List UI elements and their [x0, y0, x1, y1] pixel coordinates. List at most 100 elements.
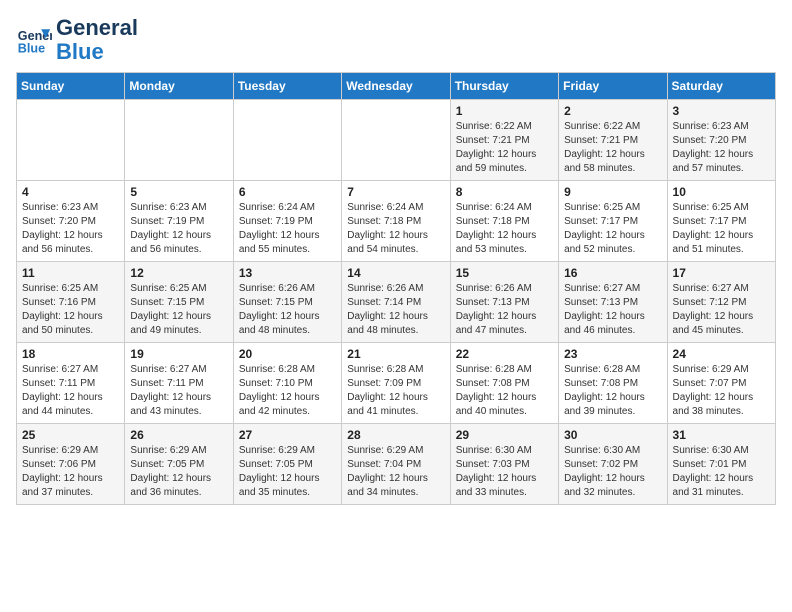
day-number: 28 [347, 428, 444, 442]
calendar-cell [17, 100, 125, 181]
day-info: Sunrise: 6:24 AM Sunset: 7:18 PM Dayligh… [456, 201, 553, 257]
day-info: Sunrise: 6:28 AM Sunset: 7:09 PM Dayligh… [347, 363, 444, 419]
day-info: Sunrise: 6:26 AM Sunset: 7:13 PM Dayligh… [456, 282, 553, 338]
day-header-friday: Friday [559, 73, 667, 100]
day-number: 5 [130, 185, 227, 199]
day-header-saturday: Saturday [667, 73, 775, 100]
day-info: Sunrise: 6:26 AM Sunset: 7:15 PM Dayligh… [239, 282, 336, 338]
day-number: 10 [673, 185, 770, 199]
day-number: 21 [347, 347, 444, 361]
calendar-cell: 23 Sunrise: 6:28 AM Sunset: 7:08 PM Dayl… [559, 343, 667, 424]
calendar-cell: 20 Sunrise: 6:28 AM Sunset: 7:10 PM Dayl… [233, 343, 341, 424]
day-info: Sunrise: 6:30 AM Sunset: 7:03 PM Dayligh… [456, 444, 553, 500]
calendar-cell: 27 Sunrise: 6:29 AM Sunset: 7:05 PM Dayl… [233, 424, 341, 505]
calendar-week-5: 25 Sunrise: 6:29 AM Sunset: 7:06 PM Dayl… [17, 424, 776, 505]
calendar-table: SundayMondayTuesdayWednesdayThursdayFrid… [16, 72, 776, 505]
day-number: 14 [347, 266, 444, 280]
calendar-cell: 15 Sunrise: 6:26 AM Sunset: 7:13 PM Dayl… [450, 262, 558, 343]
calendar-cell: 29 Sunrise: 6:30 AM Sunset: 7:03 PM Dayl… [450, 424, 558, 505]
calendar-header-row: SundayMondayTuesdayWednesdayThursdayFrid… [17, 73, 776, 100]
calendar-cell: 10 Sunrise: 6:25 AM Sunset: 7:17 PM Dayl… [667, 181, 775, 262]
day-number: 26 [130, 428, 227, 442]
calendar-cell: 8 Sunrise: 6:24 AM Sunset: 7:18 PM Dayli… [450, 181, 558, 262]
day-number: 15 [456, 266, 553, 280]
page-header: General Blue General Blue [16, 16, 776, 64]
calendar-cell: 7 Sunrise: 6:24 AM Sunset: 7:18 PM Dayli… [342, 181, 450, 262]
calendar-cell: 9 Sunrise: 6:25 AM Sunset: 7:17 PM Dayli… [559, 181, 667, 262]
day-number: 23 [564, 347, 661, 361]
day-number: 2 [564, 104, 661, 118]
calendar-cell: 18 Sunrise: 6:27 AM Sunset: 7:11 PM Dayl… [17, 343, 125, 424]
day-info: Sunrise: 6:29 AM Sunset: 7:05 PM Dayligh… [239, 444, 336, 500]
calendar-cell: 30 Sunrise: 6:30 AM Sunset: 7:02 PM Dayl… [559, 424, 667, 505]
day-info: Sunrise: 6:22 AM Sunset: 7:21 PM Dayligh… [564, 120, 661, 176]
day-info: Sunrise: 6:27 AM Sunset: 7:13 PM Dayligh… [564, 282, 661, 338]
day-number: 3 [673, 104, 770, 118]
day-header-wednesday: Wednesday [342, 73, 450, 100]
day-info: Sunrise: 6:29 AM Sunset: 7:05 PM Dayligh… [130, 444, 227, 500]
day-number: 19 [130, 347, 227, 361]
calendar-cell: 22 Sunrise: 6:28 AM Sunset: 7:08 PM Dayl… [450, 343, 558, 424]
calendar-week-4: 18 Sunrise: 6:27 AM Sunset: 7:11 PM Dayl… [17, 343, 776, 424]
svg-text:Blue: Blue [18, 42, 45, 56]
calendar-week-2: 4 Sunrise: 6:23 AM Sunset: 7:20 PM Dayli… [17, 181, 776, 262]
calendar-cell: 2 Sunrise: 6:22 AM Sunset: 7:21 PM Dayli… [559, 100, 667, 181]
day-info: Sunrise: 6:29 AM Sunset: 7:04 PM Dayligh… [347, 444, 444, 500]
day-info: Sunrise: 6:24 AM Sunset: 7:18 PM Dayligh… [347, 201, 444, 257]
logo-icon: General Blue [16, 22, 52, 58]
calendar-cell: 28 Sunrise: 6:29 AM Sunset: 7:04 PM Dayl… [342, 424, 450, 505]
day-number: 13 [239, 266, 336, 280]
day-number: 9 [564, 185, 661, 199]
day-number: 30 [564, 428, 661, 442]
calendar-cell: 1 Sunrise: 6:22 AM Sunset: 7:21 PM Dayli… [450, 100, 558, 181]
day-info: Sunrise: 6:23 AM Sunset: 7:20 PM Dayligh… [22, 201, 119, 257]
day-info: Sunrise: 6:27 AM Sunset: 7:11 PM Dayligh… [22, 363, 119, 419]
day-number: 27 [239, 428, 336, 442]
day-number: 24 [673, 347, 770, 361]
day-number: 4 [22, 185, 119, 199]
day-info: Sunrise: 6:28 AM Sunset: 7:08 PM Dayligh… [456, 363, 553, 419]
calendar-week-3: 11 Sunrise: 6:25 AM Sunset: 7:16 PM Dayl… [17, 262, 776, 343]
day-info: Sunrise: 6:24 AM Sunset: 7:19 PM Dayligh… [239, 201, 336, 257]
day-info: Sunrise: 6:25 AM Sunset: 7:17 PM Dayligh… [673, 201, 770, 257]
day-header-thursday: Thursday [450, 73, 558, 100]
day-number: 20 [239, 347, 336, 361]
day-header-tuesday: Tuesday [233, 73, 341, 100]
calendar-cell: 11 Sunrise: 6:25 AM Sunset: 7:16 PM Dayl… [17, 262, 125, 343]
calendar-cell [342, 100, 450, 181]
calendar-cell: 16 Sunrise: 6:27 AM Sunset: 7:13 PM Dayl… [559, 262, 667, 343]
calendar-cell: 31 Sunrise: 6:30 AM Sunset: 7:01 PM Dayl… [667, 424, 775, 505]
day-header-sunday: Sunday [17, 73, 125, 100]
day-number: 6 [239, 185, 336, 199]
calendar-cell: 14 Sunrise: 6:26 AM Sunset: 7:14 PM Dayl… [342, 262, 450, 343]
day-number: 31 [673, 428, 770, 442]
day-info: Sunrise: 6:25 AM Sunset: 7:15 PM Dayligh… [130, 282, 227, 338]
calendar-cell: 17 Sunrise: 6:27 AM Sunset: 7:12 PM Dayl… [667, 262, 775, 343]
day-number: 29 [456, 428, 553, 442]
calendar-cell: 12 Sunrise: 6:25 AM Sunset: 7:15 PM Dayl… [125, 262, 233, 343]
day-info: Sunrise: 6:27 AM Sunset: 7:12 PM Dayligh… [673, 282, 770, 338]
day-info: Sunrise: 6:29 AM Sunset: 7:07 PM Dayligh… [673, 363, 770, 419]
day-number: 22 [456, 347, 553, 361]
day-header-monday: Monday [125, 73, 233, 100]
day-number: 16 [564, 266, 661, 280]
logo: General Blue General Blue [16, 16, 138, 64]
calendar-cell [233, 100, 341, 181]
day-info: Sunrise: 6:25 AM Sunset: 7:16 PM Dayligh… [22, 282, 119, 338]
day-info: Sunrise: 6:23 AM Sunset: 7:20 PM Dayligh… [673, 120, 770, 176]
day-info: Sunrise: 6:28 AM Sunset: 7:08 PM Dayligh… [564, 363, 661, 419]
day-info: Sunrise: 6:29 AM Sunset: 7:06 PM Dayligh… [22, 444, 119, 500]
day-info: Sunrise: 6:27 AM Sunset: 7:11 PM Dayligh… [130, 363, 227, 419]
calendar-cell: 26 Sunrise: 6:29 AM Sunset: 7:05 PM Dayl… [125, 424, 233, 505]
calendar-cell: 6 Sunrise: 6:24 AM Sunset: 7:19 PM Dayli… [233, 181, 341, 262]
calendar-cell: 3 Sunrise: 6:23 AM Sunset: 7:20 PM Dayli… [667, 100, 775, 181]
calendar-cell: 13 Sunrise: 6:26 AM Sunset: 7:15 PM Dayl… [233, 262, 341, 343]
calendar-cell: 24 Sunrise: 6:29 AM Sunset: 7:07 PM Dayl… [667, 343, 775, 424]
calendar-cell: 5 Sunrise: 6:23 AM Sunset: 7:19 PM Dayli… [125, 181, 233, 262]
calendar-cell [125, 100, 233, 181]
day-number: 17 [673, 266, 770, 280]
day-number: 25 [22, 428, 119, 442]
day-info: Sunrise: 6:30 AM Sunset: 7:01 PM Dayligh… [673, 444, 770, 500]
day-number: 18 [22, 347, 119, 361]
day-number: 1 [456, 104, 553, 118]
